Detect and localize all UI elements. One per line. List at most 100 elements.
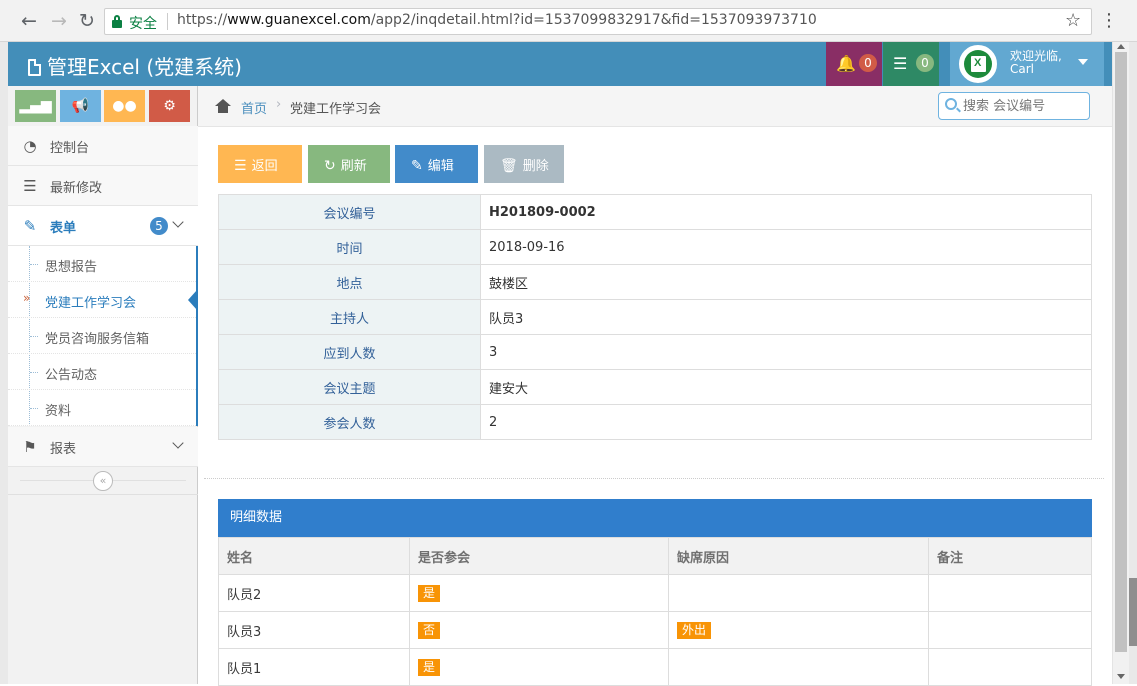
- breadcrumb-home-link[interactable]: 首页: [241, 98, 267, 117]
- forms-submenu: 思想报告 » 党建工作学习会 党员咨询服务信箱 公告动态 资料: [8, 246, 198, 426]
- cell-attend: 否: [409, 611, 669, 649]
- attend-tag: 是: [418, 658, 441, 676]
- address-bar[interactable]: 安全 https://www.guanexcel.com/app2/inqdet…: [104, 8, 1092, 35]
- pencil-icon: ✎: [411, 158, 423, 174]
- app-title[interactable]: 管理Excel (党建系统): [28, 51, 242, 80]
- cell-name: 队员1: [218, 648, 410, 686]
- submenu-dash: [30, 336, 38, 337]
- sidebar-subitem-thought-report[interactable]: 思想报告: [8, 246, 196, 282]
- table-header-row: 姓名 是否参会 缺席原因 备注: [218, 537, 1092, 575]
- notifications-button[interactable]: 🔔 0: [826, 42, 882, 86]
- breadcrumb-current: 党建工作学习会: [290, 102, 382, 117]
- detail-value: 建安大: [480, 369, 1092, 405]
- bookmark-star-icon[interactable]: ☆: [1065, 9, 1081, 33]
- sidebar-subitem-study-meeting[interactable]: » 党建工作学习会: [8, 282, 197, 318]
- scroll-down-icon[interactable]: [1117, 674, 1125, 679]
- tasks-count: 0: [916, 54, 934, 72]
- detail-key: 会议编号: [218, 194, 481, 230]
- bullhorn-icon[interactable]: 📢: [60, 90, 101, 122]
- scroll-thumb[interactable]: [1115, 52, 1127, 652]
- sidebar-item-recent[interactable]: ☰ 最新修改: [8, 166, 198, 206]
- cogs-icon[interactable]: ⚙: [149, 90, 190, 122]
- cell-attend: 是: [409, 648, 669, 686]
- chevron-down-icon: [172, 437, 184, 449]
- detail-value: 队员3: [480, 299, 1092, 335]
- sidebar-item-label: 表单: [50, 221, 77, 236]
- detail-row: 应到人数 3: [218, 334, 1092, 370]
- search-box: [938, 92, 1090, 120]
- detail-key: 应到人数: [218, 334, 481, 370]
- url-host: www.guanexcel.com: [227, 12, 371, 28]
- double-angle-left-icon[interactable]: «: [93, 471, 113, 491]
- detail-value: 2018-09-16: [480, 229, 1092, 265]
- browser-menu-icon[interactable]: ⋮: [1100, 9, 1118, 33]
- home-icon: [215, 99, 231, 113]
- detail-row: 主持人 队员3: [218, 299, 1092, 335]
- sidebar-item-dashboard[interactable]: ◔ 控制台: [8, 126, 198, 166]
- browser-toolbar: ← → ↻ 安全 https://www.guanexcel.com/app2/…: [0, 0, 1137, 42]
- caret-down-icon: [1078, 59, 1088, 65]
- detail-value: H201809-0002: [480, 194, 1092, 230]
- tasks-button[interactable]: ☰ 0: [883, 42, 939, 86]
- cell-name: 队员2: [218, 574, 410, 612]
- user-menu[interactable]: X 欢迎光临, Carl: [950, 42, 1104, 86]
- page-scrollbar[interactable]: [1112, 42, 1129, 684]
- sidebar-subitem-announcements[interactable]: 公告动态: [8, 354, 196, 390]
- detail-key: 主持人: [218, 299, 481, 335]
- url-text[interactable]: https://www.guanexcel.com/app2/inqdetail…: [177, 12, 817, 28]
- cell-reason: 外出: [668, 611, 929, 649]
- search-icon: [945, 98, 957, 110]
- sidebar-subitem-mailbox[interactable]: 党员咨询服务信箱: [8, 318, 196, 354]
- side-tab[interactable]: [1129, 578, 1137, 646]
- list-table: 姓名 是否参会 缺席原因 备注 队员2 是 队员3 否 外出 队员1 是: [218, 537, 1092, 686]
- sidebar-item-reports[interactable]: ⚑ 报表: [8, 427, 198, 467]
- detail-row: 会议主题 建安大: [218, 369, 1092, 405]
- sidebar-item-label: 报表: [50, 442, 77, 457]
- column-header-attend: 是否参会: [409, 537, 669, 575]
- user-name: Carl: [1010, 62, 1034, 76]
- sidebar-subitem-materials[interactable]: 资料: [8, 390, 196, 426]
- delete-button-label: 删除: [522, 159, 549, 174]
- sidebar-item-forms[interactable]: ✎ 表单 5: [8, 206, 198, 246]
- detail-value: 2: [480, 404, 1092, 440]
- url-separator: [167, 13, 168, 30]
- edit-button-label: 编辑: [427, 159, 454, 174]
- chevron-down-icon: [172, 216, 184, 228]
- users-icon[interactable]: ●●: [104, 90, 145, 122]
- refresh-button[interactable]: ↻ 刷新: [308, 145, 390, 183]
- table-row: 队员3 否 外出: [218, 611, 1092, 649]
- edit-button[interactable]: ✎ 编辑: [395, 145, 478, 183]
- active-pointer: [188, 290, 197, 310]
- table-row: 队员1 是: [218, 648, 1092, 686]
- forms-count-badge: 5: [150, 217, 168, 235]
- detail-row: 时间 2018-09-16: [218, 229, 1092, 265]
- window-frame-right: [1129, 42, 1137, 684]
- detail-row: 参会人数 2: [218, 404, 1092, 440]
- refresh-icon: ↻: [324, 158, 336, 174]
- sidebar-subitem-label: 资料: [45, 404, 72, 419]
- dashboard-icon: ◔: [23, 137, 37, 155]
- back-arrow-icon[interactable]: ←: [18, 9, 40, 33]
- detail-key: 时间: [218, 229, 481, 265]
- sidebar-collapse: «: [8, 467, 198, 495]
- notifications-count: 0: [859, 54, 877, 72]
- scroll-up-icon[interactable]: [1117, 44, 1125, 49]
- attend-tag: 是: [418, 584, 441, 602]
- bell-icon: 🔔: [836, 54, 856, 73]
- delete-button[interactable]: 🗑 删除: [484, 145, 564, 183]
- detail-key: 参会人数: [218, 404, 481, 440]
- search-input[interactable]: [963, 97, 1085, 115]
- forward-arrow-icon[interactable]: →: [48, 9, 70, 33]
- app-header: 管理Excel (党建系统) 🔔 0 ☰ 0 X 欢迎光临, Carl: [8, 42, 1112, 86]
- list-icon: ☰: [234, 158, 247, 174]
- signal-icon[interactable]: ▂▄▆: [15, 90, 56, 122]
- reload-icon[interactable]: ↻: [76, 9, 98, 33]
- sidebar-item-label: 控制台: [50, 141, 90, 156]
- back-button[interactable]: ☰ 返回: [218, 145, 302, 183]
- app-title-text: 管理Excel (党建系统): [47, 55, 242, 79]
- detail-table: 会议编号 H201809-0002 时间 2018-09-16 地点 鼓楼区 主持人队…: [218, 194, 1092, 440]
- column-header-reason: 缺席原因: [668, 537, 929, 575]
- sidebar-subitem-label: 党建工作学习会: [45, 296, 137, 311]
- sidebar-subitem-label: 思想报告: [45, 260, 98, 275]
- window-frame-left: [0, 42, 8, 684]
